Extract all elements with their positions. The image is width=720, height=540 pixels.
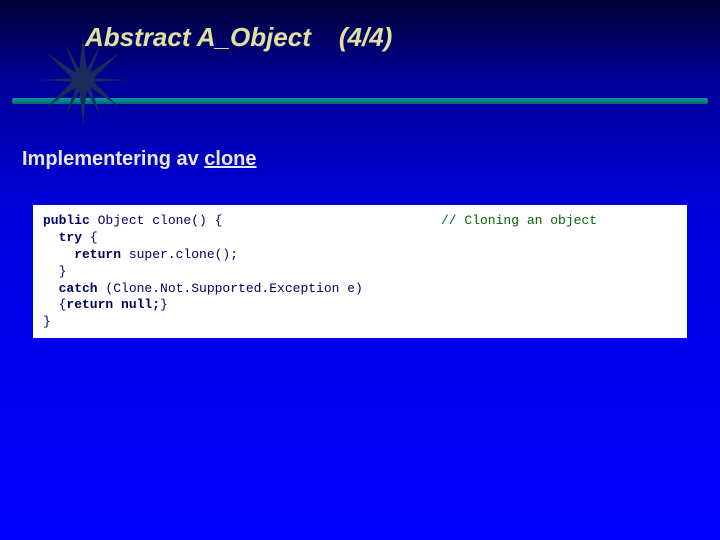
code-line: return super.clone(); xyxy=(43,247,677,264)
code-line: catch (Clone.Not.Supported.Exception e) xyxy=(43,281,677,298)
code-line: try { xyxy=(43,230,677,247)
slide-title-bar: Abstract A_Object (4/4) xyxy=(85,22,392,53)
code-line: } xyxy=(43,314,677,331)
slide-counter: (4/4) xyxy=(339,22,392,53)
code-line: {return null;} xyxy=(43,297,677,314)
code-comment: // Cloning an object xyxy=(441,213,597,230)
code-block: // Cloning an object public Object clone… xyxy=(33,205,687,338)
slide-title: Abstract A_Object xyxy=(85,22,311,53)
subtitle-emphasis: clone xyxy=(204,148,256,170)
subtitle: Implementering av clone xyxy=(22,148,257,171)
code-line: } xyxy=(43,264,677,281)
subtitle-prefix: Implementering av xyxy=(22,148,204,170)
